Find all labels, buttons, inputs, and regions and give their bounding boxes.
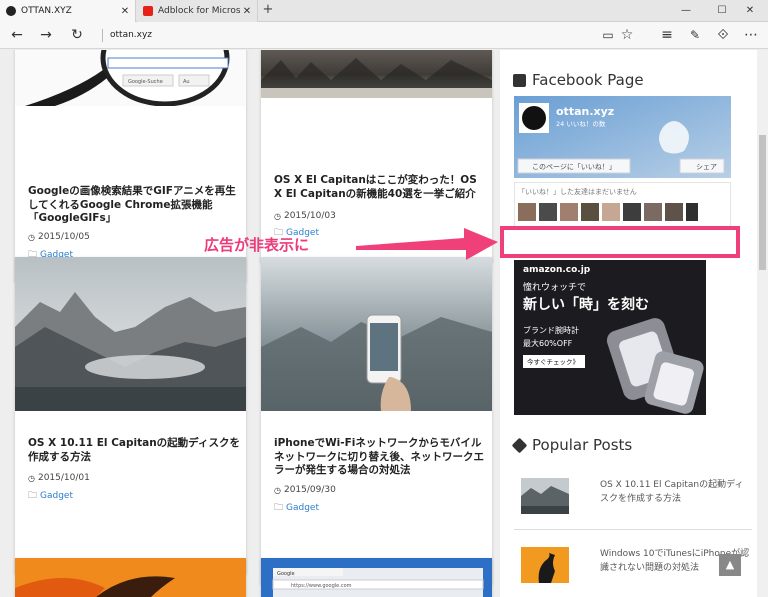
cube-icon bbox=[511, 437, 528, 453]
card-title[interactable]: OS X El Capitanはここが変わった！OS X El Capitanの… bbox=[274, 174, 486, 201]
favorite-star-icon[interactable]: ☆ bbox=[614, 22, 640, 49]
tab-title: Adblock for Microsoft Edge bbox=[158, 6, 240, 16]
clock-icon: ◷ bbox=[274, 485, 281, 495]
fb-page-name: ottan.xyz bbox=[556, 105, 614, 118]
card-date: ◷ 2015/09/30 bbox=[274, 485, 336, 495]
date-text: 2015/10/03 bbox=[283, 211, 336, 221]
category-text[interactable]: Gadget bbox=[286, 503, 319, 513]
hidden-ad-highlight bbox=[500, 226, 740, 258]
web-note-icon[interactable]: ✎ bbox=[682, 22, 708, 49]
folder-icon: 🗀 bbox=[274, 503, 284, 513]
friend-avatars bbox=[518, 203, 698, 221]
card-date: ◷ 2015/10/05 bbox=[28, 232, 90, 242]
tab-adblock[interactable]: Adblock for Microsoft Edge ✕ bbox=[137, 0, 258, 22]
fb-like-count: 24 いいね！の数 bbox=[556, 119, 606, 128]
post-thumbnail bbox=[521, 547, 569, 583]
popular-post[interactable]: OS X 10.11 El Capitanの起動ディスクを作成する方法 bbox=[514, 466, 752, 530]
clock-icon: ◷ bbox=[274, 211, 281, 221]
more-icon[interactable]: ⋯ bbox=[738, 22, 764, 49]
thumb-label-search: Google-Suche bbox=[128, 79, 163, 85]
close-tab-icon[interactable]: ✕ bbox=[240, 6, 254, 17]
thumb-tab-label: Google bbox=[277, 571, 295, 577]
post-card[interactable]: Google https://www.google.com bbox=[261, 558, 492, 597]
minimize-button[interactable]: — bbox=[668, 0, 704, 22]
refresh-icon[interactable]: ↻ bbox=[64, 22, 90, 49]
ad-line3: ブランド腕時計 bbox=[523, 325, 579, 335]
abstract-thumbnail bbox=[15, 558, 246, 597]
clock-icon: ◷ bbox=[28, 232, 35, 242]
scrollbar-thumb[interactable] bbox=[759, 135, 766, 270]
ad-line1: 憧れウォッチで bbox=[523, 281, 586, 293]
amazon-ad[interactable]: amazon.co.jp 憧れウォッチで 新しい「時」を刻む ブランド腕時計 最… bbox=[514, 255, 706, 415]
address-field[interactable]: ottan.xyz bbox=[110, 22, 152, 49]
magnifier-thumbnail: Google-Suche Au bbox=[15, 50, 246, 106]
card-date: ◷ 2015/10/03 bbox=[274, 211, 336, 221]
post-card[interactable]: OS X 10.11 El Capitanの起動ディスクを作成する方法 ◷ 20… bbox=[15, 257, 246, 574]
ad-brand: amazon.co.jp bbox=[523, 265, 591, 275]
clock-icon: ◷ bbox=[28, 473, 35, 483]
fb-share-button: シェア bbox=[696, 163, 717, 171]
ad-cta: 今すぐチェック》 bbox=[527, 357, 579, 366]
date-text: 2015/09/30 bbox=[283, 485, 336, 495]
folder-icon: 🗀 bbox=[28, 491, 38, 501]
facebook-icon bbox=[513, 73, 526, 87]
web-page: Google-Suche Au Googleの画像検索結果でGIFアニメを再生し… bbox=[0, 50, 768, 597]
close-tab-icon[interactable]: ✕ bbox=[118, 6, 132, 17]
popular-post-title[interactable]: OS X 10.11 El Capitanの起動ディスクを作成する方法 bbox=[600, 478, 750, 506]
ad-line4: 最大60%OFF bbox=[523, 338, 573, 348]
address-toolbar: ← → ↻ ottan.xyz ▭ ☆ ≡ ✎ ⟐ ⋯ bbox=[0, 22, 768, 49]
card-title[interactable]: iPhoneでWi-Fiネットワークからモバイルネットワークに切り替え後、ネット… bbox=[274, 437, 486, 478]
tab-title: OTTAN.XYZ bbox=[21, 6, 72, 16]
date-text: 2015/10/01 bbox=[37, 473, 90, 483]
facebook-cover: ottan.xyz 24 いいね！の数 このページに「いいね！」 シェア bbox=[514, 96, 731, 178]
hub-icon[interactable]: ≡ bbox=[654, 22, 680, 49]
category-text[interactable]: Gadget bbox=[40, 491, 73, 501]
card-date: ◷ 2015/10/01 bbox=[28, 473, 90, 483]
facebook-heading: Facebook Page bbox=[513, 71, 644, 89]
ottan-favicon-icon bbox=[6, 6, 16, 16]
window-close-button[interactable]: ✕ bbox=[732, 0, 768, 22]
amazon-ad-image: amazon.co.jp 憧れウォッチで 新しい「時」を刻む ブランド腕時計 最… bbox=[514, 255, 706, 415]
scroll-to-top-button[interactable]: ▲ bbox=[719, 554, 741, 576]
date-text: 2015/10/05 bbox=[37, 232, 90, 242]
back-icon[interactable]: ← bbox=[4, 22, 30, 49]
browser-thumbnail: Google https://www.google.com bbox=[261, 558, 492, 597]
new-tab-button[interactable]: + bbox=[260, 0, 276, 22]
facebook-heading-text: Facebook Page bbox=[532, 71, 644, 89]
post-card[interactable]: iPhoneでWi-Fiネットワークからモバイルネットワークに切り替え後、ネット… bbox=[261, 257, 492, 584]
popular-heading-text: Popular Posts bbox=[532, 436, 633, 454]
annotation-label: 広告が非表示に bbox=[204, 236, 310, 254]
tab-bar: OTTAN.XYZ ✕ Adblock for Microsoft Edge ✕… bbox=[0, 0, 768, 22]
forest-thumbnail bbox=[261, 50, 492, 98]
card-title[interactable]: OS X 10.11 El Capitanの起動ディスクを作成する方法 bbox=[28, 437, 243, 464]
youtube-favicon-icon bbox=[143, 6, 153, 16]
facebook-page-widget[interactable]: ottan.xyz 24 いいね！の数 このページに「いいね！」 シェア bbox=[514, 96, 731, 178]
post-card[interactable] bbox=[15, 558, 246, 597]
facebook-friends-strip: 「いいね！」した友達はまだいません bbox=[514, 182, 731, 228]
mountain-thumbnail bbox=[15, 257, 246, 411]
fb-like-button: このページに「いいね！」 bbox=[532, 163, 616, 171]
url-separator bbox=[102, 29, 103, 42]
popular-posts-heading: Popular Posts bbox=[511, 436, 633, 454]
share-icon[interactable]: ⟐ bbox=[710, 22, 736, 49]
card-category[interactable]: 🗀 Gadget bbox=[28, 488, 73, 504]
page-scrollbar[interactable] bbox=[757, 50, 768, 597]
annotation-arrow-icon bbox=[356, 228, 498, 260]
card-title[interactable]: Googleの画像検索結果でGIFアニメを再生してくれるGoogle Chrom… bbox=[28, 185, 243, 226]
popular-post[interactable]: Windows 10でiTunesにiPhoneが認識されない問題の対処法 bbox=[514, 535, 752, 597]
post-thumbnail bbox=[521, 478, 569, 514]
ad-line2: 新しい「時」を刻む bbox=[523, 296, 649, 313]
thumb-url-label: https://www.google.com bbox=[291, 583, 352, 589]
iphone-thumbnail bbox=[261, 257, 492, 411]
tab-ottan[interactable]: OTTAN.XYZ ✕ bbox=[0, 0, 136, 22]
forward-icon[interactable]: → bbox=[33, 22, 59, 49]
fb-friends-text: 「いいね！」した友達はまだいません bbox=[518, 188, 637, 196]
thumb-label-lucky: Au bbox=[183, 79, 190, 85]
sidebar: Facebook Page ottan.xyz 24 いいね！の数 このページに… bbox=[500, 50, 768, 597]
card-category[interactable]: 🗀 Gadget bbox=[274, 500, 319, 516]
